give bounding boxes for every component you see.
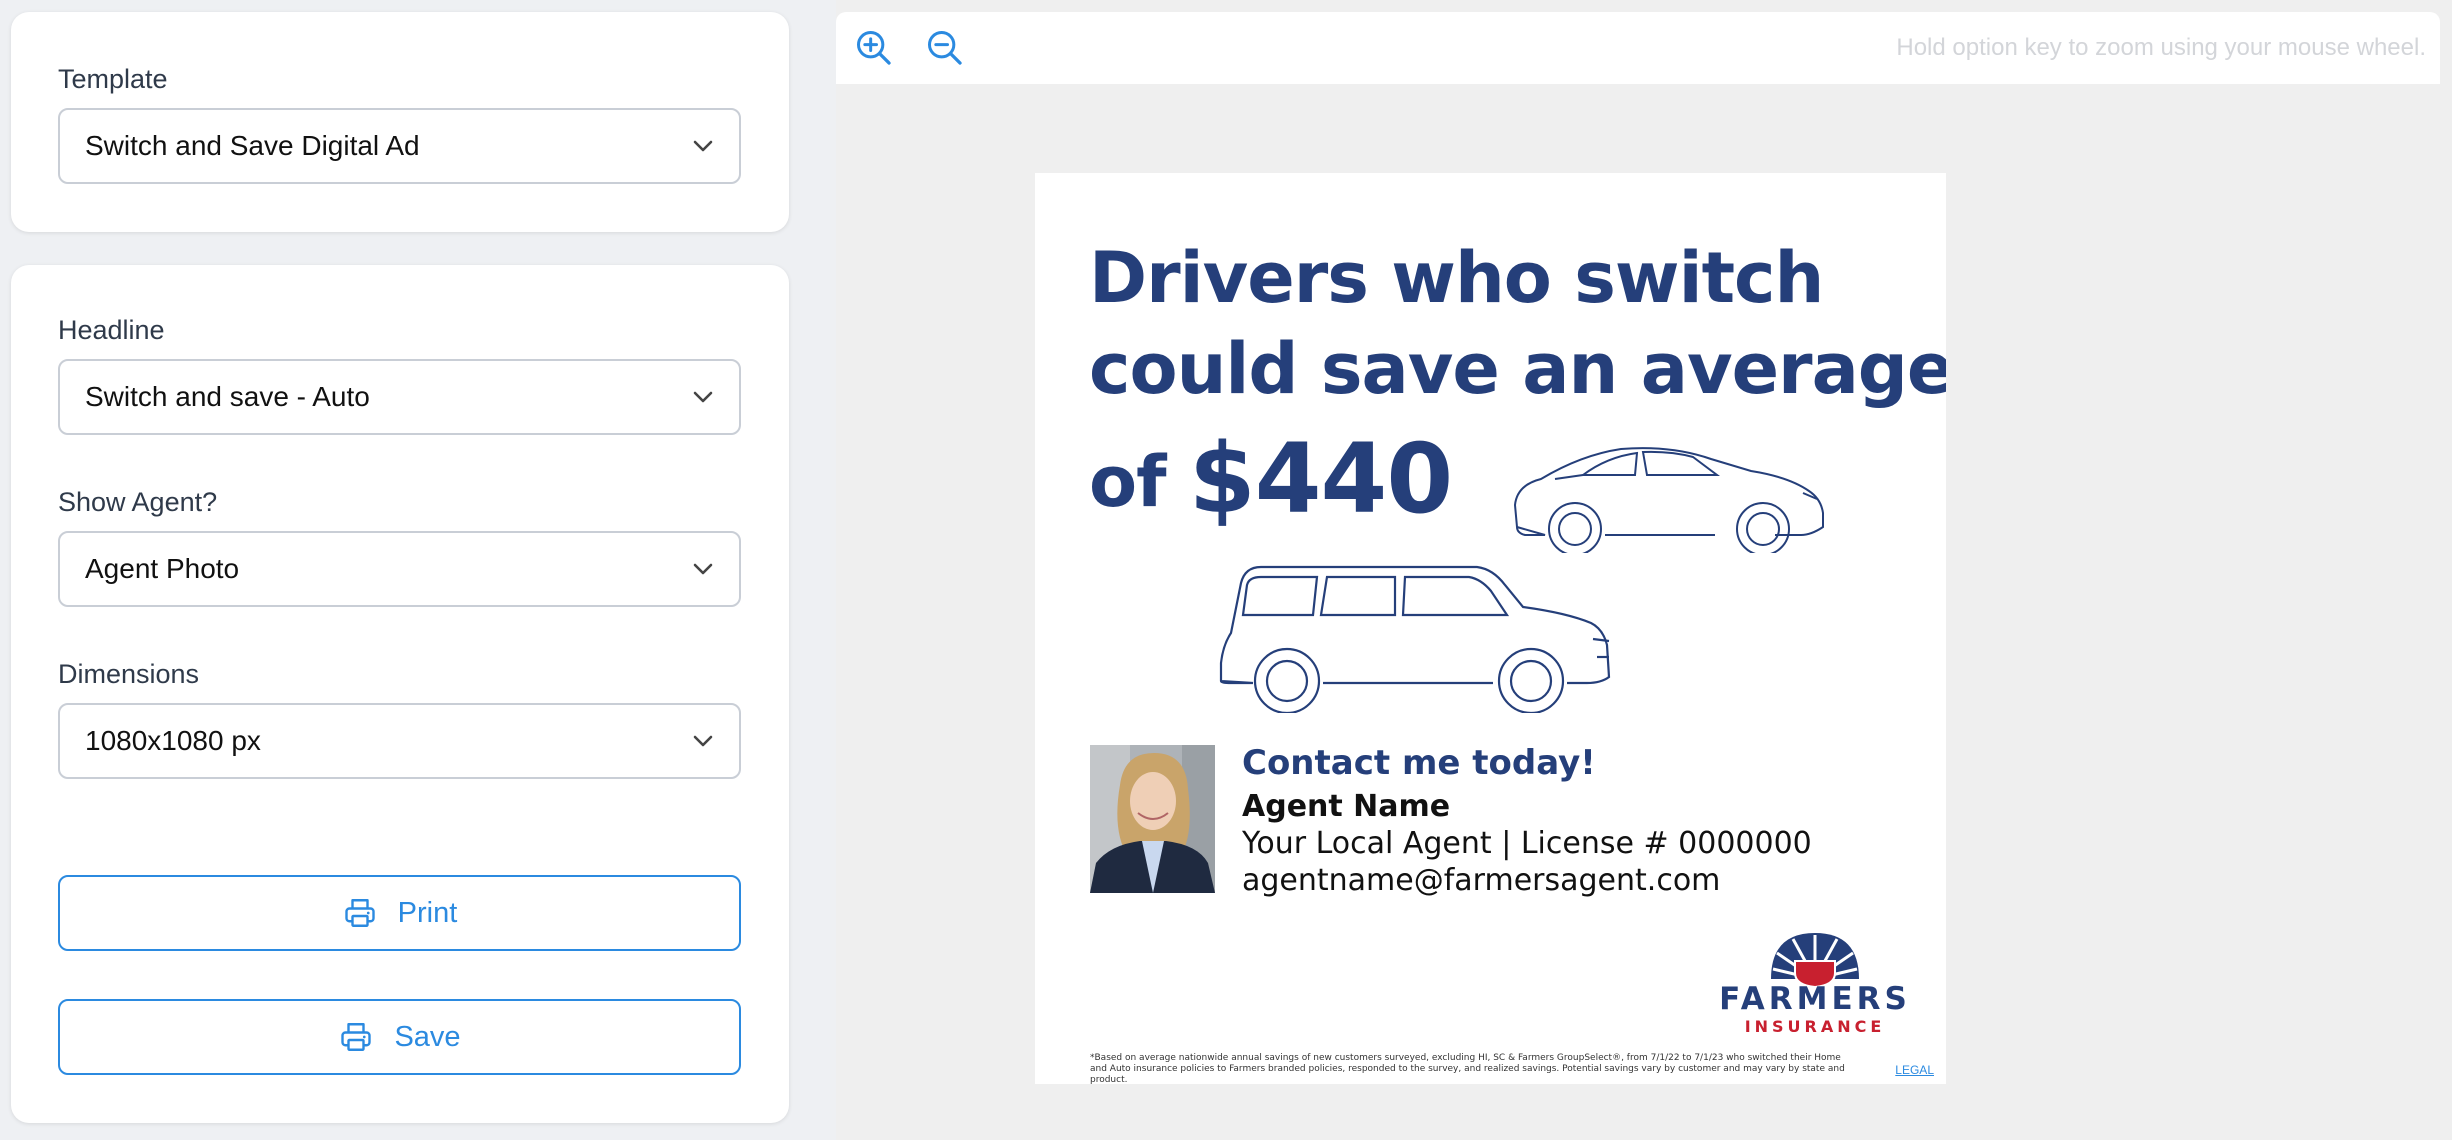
ad-preview: Drivers who switch could save an average… <box>1035 173 1946 1084</box>
template-select-value: Switch and Save Digital Ad <box>85 130 420 161</box>
preview-toolbar: Hold option key to zoom using your mouse… <box>836 12 2440 84</box>
legal-disclaimer: *Based on average nationwide annual savi… <box>1090 1053 1845 1084</box>
zoom-out-icon[interactable] <box>925 28 965 68</box>
agent-contact-block: Contact me today! Agent Name Your Local … <box>1242 743 1812 898</box>
save-button[interactable]: Save <box>58 999 741 1075</box>
agent-email: agentname@farmersagent.com <box>1242 863 1721 898</box>
chevron-down-icon <box>693 735 713 747</box>
logo-wordmark: FARMERS <box>1719 981 1911 1017</box>
ad-headline-amount: $440 <box>1188 423 1453 535</box>
agent-license: Your Local Agent | License # 0000000 <box>1242 826 1812 861</box>
zoom-in-icon[interactable] <box>854 28 894 68</box>
farmers-shield-icon <box>1771 933 1859 987</box>
agent-name: Agent Name <box>1242 789 1451 824</box>
dimensions-select-value: 1080x1080 px <box>85 725 261 756</box>
agent-photo <box>1090 745 1215 893</box>
show-agent-select[interactable]: Agent Photo <box>58 531 741 607</box>
ad-headline-line-1: Drivers who switch <box>1089 237 1824 319</box>
template-select[interactable]: Switch and Save Digital Ad <box>58 108 741 184</box>
print-button[interactable]: Print <box>58 875 741 951</box>
chevron-down-icon <box>693 140 713 152</box>
contact-cta: Contact me today! <box>1242 743 1596 783</box>
options-panel: Headline Switch and save - Auto Show Age… <box>11 265 789 1123</box>
ad-headline-prefix: of <box>1089 441 1167 523</box>
headline-select[interactable]: Switch and save - Auto <box>58 359 741 435</box>
farmers-logo: FARMERS INSURANCE <box>1715 927 1915 1037</box>
suv-illustration <box>1219 565 1611 713</box>
show-agent-label: Show Agent? <box>58 487 218 517</box>
dimensions-select[interactable]: 1080x1080 px <box>58 703 741 779</box>
chevron-down-icon <box>693 391 713 403</box>
template-label: Template <box>58 64 168 94</box>
headline-label: Headline <box>58 315 165 345</box>
chevron-down-icon <box>693 563 713 575</box>
print-button-label: Print <box>397 896 458 929</box>
sedan-illustration <box>1513 447 1824 553</box>
printer-icon <box>341 1023 372 1051</box>
printer-icon <box>344 899 375 927</box>
ad-headline-line-3: of $440 <box>1089 417 1453 535</box>
logo-subtitle: INSURANCE <box>1744 1017 1886 1036</box>
legal-link[interactable]: LEGAL <box>1895 1063 1934 1077</box>
zoom-hint-text: Hold option key to zoom using your mouse… <box>1896 34 2426 61</box>
dimensions-label: Dimensions <box>58 659 200 689</box>
show-agent-select-value: Agent Photo <box>85 553 240 584</box>
template-panel: Template Switch and Save Digital Ad <box>11 12 789 232</box>
save-button-label: Save <box>394 1020 461 1053</box>
headline-select-value: Switch and save - Auto <box>85 381 370 412</box>
ad-headline-line-2: could save an average <box>1089 328 1946 410</box>
